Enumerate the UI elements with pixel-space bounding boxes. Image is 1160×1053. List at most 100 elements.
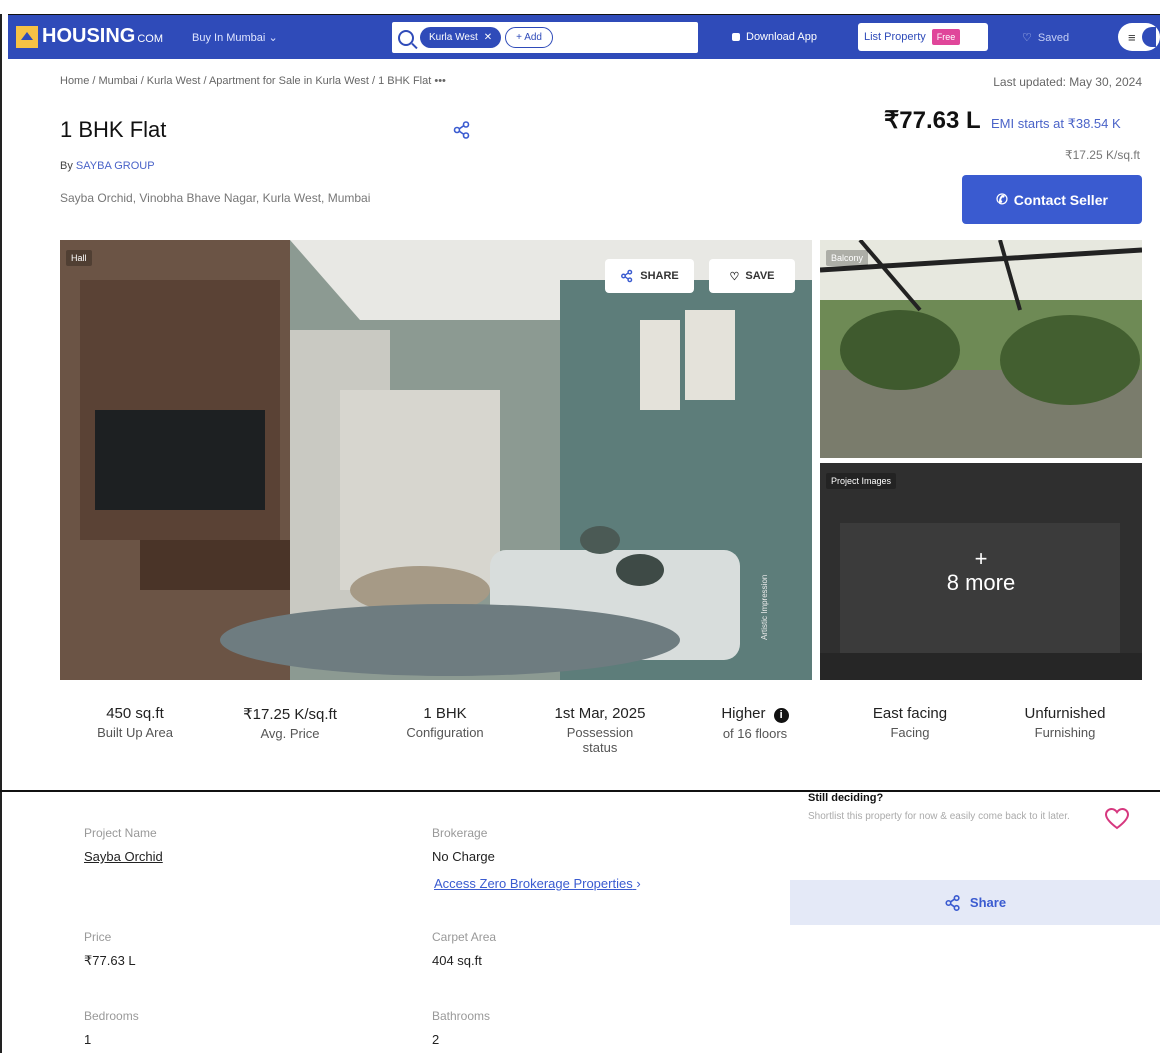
field-value: 2: [432, 1032, 440, 1047]
city-label: Buy In Mumbai: [192, 32, 266, 44]
breadcrumb[interactable]: Home / Mumbai / Kurla West / Apartment f…: [60, 75, 446, 87]
page-left-border: [0, 14, 8, 1053]
stat-facing: East facing Facing: [845, 705, 975, 740]
stat-possession: 1st Mar, 2025 Possession status: [535, 705, 665, 755]
field-value: 404 sq.ft: [432, 953, 482, 968]
last-updated: Last updated: May 30, 2024: [993, 75, 1142, 89]
chevron-right-icon: ›: [636, 876, 641, 891]
balcony-tag: Balcony: [826, 250, 869, 266]
phone-icon: ✆: [996, 191, 1008, 207]
top-nav: HOUSING COM Buy In Mumbai ⌄ Kurla West ✕…: [8, 14, 1160, 59]
locality-chip[interactable]: Kurla West ✕: [420, 27, 502, 48]
search-icon: [398, 29, 414, 46]
stat-built-up-area: 450 sq.ft Built Up Area: [70, 705, 200, 740]
stat-value: 450 sq.ft: [106, 705, 164, 722]
stat-label: of 16 floors: [722, 726, 788, 741]
city-selector[interactable]: Buy In Mumbai ⌄: [192, 31, 278, 44]
field-label: Brokerage: [432, 826, 488, 840]
share-property-label: Share: [969, 895, 1007, 910]
stat-value: ₹17.25 K/sq.ft: [243, 706, 337, 723]
house-logo-icon: [16, 25, 38, 48]
contact-seller-button[interactable]: ✆ Contact Seller: [962, 175, 1142, 224]
hamburger-icon: ≡: [1128, 29, 1136, 45]
share-icon: [945, 894, 960, 911]
avatar: [1141, 27, 1156, 47]
project-name-field: Project Name Sayba Orchid: [84, 826, 163, 864]
still-deciding-text: Shortlist this property for now & easily…: [808, 811, 1070, 822]
info-icon[interactable]: i: [773, 708, 789, 723]
living-room-illustration: [60, 240, 812, 680]
phone-icon: [732, 33, 740, 41]
download-app-link[interactable]: Download App: [732, 31, 817, 43]
field-value: ₹77.63 L: [84, 953, 136, 968]
builder-link[interactable]: SAYBA GROUP: [76, 160, 155, 172]
project-images-tile[interactable]: Project Images + 8 more: [820, 463, 1142, 680]
still-deciding-heading: Still deciding?: [808, 792, 884, 804]
stat-floor: Higher i of 16 floors: [690, 705, 820, 741]
share-icon[interactable]: [452, 120, 472, 145]
bedrooms-field: Bedrooms 1: [84, 1009, 139, 1047]
price-field: Price ₹77.63 L: [84, 930, 136, 969]
stat-avg-price: ₹17.25 K/sq.ft Avg. Price: [225, 705, 355, 741]
list-property-label: List Property: [864, 31, 926, 43]
hall-tag: Hall: [66, 250, 92, 266]
share-button[interactable]: SHARE: [605, 259, 694, 293]
close-icon[interactable]: ✕: [484, 32, 492, 43]
stat-label: Built Up Area: [97, 725, 173, 740]
brokerage-field: Brokerage No Charge: [432, 826, 495, 864]
logo-text: HOUSING: [42, 25, 136, 47]
zero-brokerage-label: Access Zero Brokerage Properties: [434, 876, 633, 891]
share-button-label: SHARE: [640, 270, 679, 282]
emi-link[interactable]: EMI starts at ₹38.54 K: [991, 116, 1121, 132]
field-label: Bedrooms: [84, 1009, 139, 1023]
share-property-button[interactable]: Share: [790, 880, 1160, 925]
balcony-image[interactable]: Balcony: [820, 240, 1142, 458]
free-badge: Free: [931, 29, 961, 45]
builder-prefix: By: [60, 160, 73, 172]
logo-suffix: COM: [137, 32, 164, 45]
stat-value: Unfurnished: [1024, 705, 1106, 722]
stat-furnishing: Unfurnished Furnishing: [1000, 705, 1130, 740]
still-deciding-card: Still deciding? Shortlist this property …: [790, 790, 1160, 925]
plus-icon: +: [974, 545, 988, 571]
stat-label: Facing: [890, 725, 930, 740]
page-title: 1 BHK Flat: [60, 117, 167, 142]
list-property-button[interactable]: List Property Free: [858, 23, 988, 51]
project-name-link[interactable]: Sayba Orchid: [84, 849, 163, 864]
stat-value: East facing: [872, 705, 948, 722]
save-button-label: SAVE: [745, 270, 775, 282]
field-value: 1: [84, 1032, 92, 1047]
main-property-image[interactable]: Hall Artistic Impression: [60, 240, 812, 680]
stat-label: Possession status: [566, 725, 634, 755]
key-stats: 450 sq.ft Built Up Area ₹17.25 K/sq.ft A…: [60, 705, 1142, 765]
heart-outline-icon: ♡: [1022, 32, 1032, 44]
locality-chip-label: Kurla West: [429, 32, 478, 43]
more-images-overlay: + 8 more: [820, 463, 1142, 680]
builder-line: By SAYBA GROUP: [60, 160, 155, 172]
price-per-sqft: ₹17.25 K/sq.ft: [1064, 148, 1140, 162]
carpet-area-field: Carpet Area 404 sq.ft: [432, 930, 496, 968]
stat-label: Configuration: [406, 725, 484, 740]
menu-button[interactable]: ≡: [1118, 23, 1160, 51]
search-bar[interactable]: Kurla West ✕ + Add: [392, 22, 698, 53]
shortlist-heart-icon[interactable]: [1104, 807, 1130, 835]
stat-value: 1 BHK: [423, 705, 467, 722]
floor-value: Higher: [721, 705, 766, 722]
stat-label: Avg. Price: [260, 726, 320, 741]
saved-link[interactable]: ♡ Saved: [1022, 31, 1069, 45]
stat-label: Furnishing: [1034, 725, 1096, 740]
bathrooms-field: Bathrooms 2: [432, 1009, 490, 1047]
add-locality-button[interactable]: + Add: [505, 27, 553, 48]
zero-brokerage-link[interactable]: Access Zero Brokerage Properties ›: [434, 876, 641, 891]
save-button[interactable]: ♡ SAVE: [709, 259, 795, 293]
share-icon: [621, 269, 633, 283]
field-label: Price: [84, 930, 112, 944]
download-app-label: Download App: [746, 31, 817, 43]
field-value: No Charge: [432, 849, 495, 864]
field-label: Project Name: [84, 826, 157, 840]
balcony-illustration: [820, 240, 1142, 458]
contact-seller-label: Contact Seller: [1013, 191, 1108, 208]
more-images-count: 8 more: [946, 569, 1016, 595]
housing-logo[interactable]: HOUSING COM: [16, 25, 163, 48]
stat-configuration: 1 BHK Configuration: [380, 705, 510, 740]
